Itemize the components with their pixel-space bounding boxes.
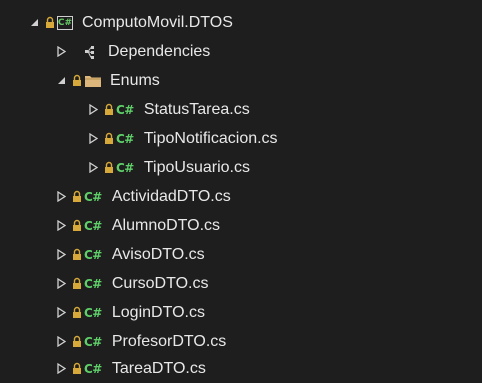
expanded-arrow-icon[interactable] xyxy=(27,16,41,30)
csharp-file-icon: C# xyxy=(116,160,134,175)
lock-icon xyxy=(45,16,55,29)
csharp-file-icon: C# xyxy=(84,334,102,349)
file-label: StatusTarea.cs xyxy=(143,100,250,118)
csharp-file-icon: C# xyxy=(84,218,102,233)
tree-node-file[interactable]: C# LoginDTO.cs xyxy=(0,298,482,327)
lock-icon xyxy=(72,248,82,261)
lock-icon xyxy=(104,161,114,174)
file-label: LoginDTO.cs xyxy=(111,303,205,321)
tree-node-file[interactable]: C# ProfesorDTO.cs xyxy=(0,327,482,356)
folder-icon xyxy=(84,74,102,88)
expanded-arrow-icon[interactable] xyxy=(54,74,68,88)
csharp-file-icon: C# xyxy=(84,305,102,320)
lock-icon xyxy=(72,335,82,348)
csharp-file-icon: C# xyxy=(116,131,134,146)
lock-icon xyxy=(72,277,82,290)
lock-icon xyxy=(72,306,82,319)
collapsed-arrow-icon[interactable] xyxy=(54,362,68,376)
csharp-file-icon: C# xyxy=(84,361,102,376)
tree-node-project[interactable]: C# ComputoMovil.DTOS xyxy=(0,8,482,37)
collapsed-arrow-icon[interactable] xyxy=(86,103,100,117)
file-label: ProfesorDTO.cs xyxy=(111,332,227,350)
lock-icon xyxy=(104,103,114,116)
csharp-file-icon: C# xyxy=(116,102,134,117)
tree-node-file[interactable]: C# ActividadDTO.cs xyxy=(0,182,482,211)
file-label: TipoNotificacion.cs xyxy=(143,129,278,147)
collapsed-arrow-icon[interactable] xyxy=(54,219,68,233)
collapsed-arrow-icon[interactable] xyxy=(54,248,68,262)
tree-node-file[interactable]: C# CursoDTO.cs xyxy=(0,269,482,298)
enums-folder-label: Enums xyxy=(110,71,160,89)
file-label: CursoDTO.cs xyxy=(111,274,209,292)
file-label: TipoUsuario.cs xyxy=(143,158,250,176)
project-label: ComputoMovil.DTOS xyxy=(82,13,233,31)
collapsed-arrow-icon[interactable] xyxy=(86,161,100,175)
tree-node-enums-folder[interactable]: Enums xyxy=(0,66,482,95)
collapsed-arrow-icon[interactable] xyxy=(54,45,68,59)
csharp-file-icon: C# xyxy=(84,189,102,204)
csharp-file-icon: C# xyxy=(84,276,102,291)
collapsed-arrow-icon[interactable] xyxy=(86,132,100,146)
collapsed-arrow-icon[interactable] xyxy=(54,190,68,204)
tree-node-file[interactable]: C# TipoUsuario.cs xyxy=(0,153,482,182)
file-label: AvisoDTO.cs xyxy=(111,245,205,263)
tree-node-file[interactable]: C# AvisoDTO.cs xyxy=(0,240,482,269)
lock-icon xyxy=(104,132,114,145)
lock-icon xyxy=(72,362,82,375)
solution-explorer-tree: C# ComputoMovil.DTOS Dependencies Enums … xyxy=(0,0,482,383)
tree-node-file[interactable]: C# TipoNotificacion.cs xyxy=(0,124,482,153)
csharp-file-icon: C# xyxy=(84,247,102,262)
collapsed-arrow-icon[interactable] xyxy=(54,306,68,320)
lock-icon xyxy=(72,74,82,87)
file-label: TareaDTO.cs xyxy=(111,359,206,377)
tree-node-file[interactable]: C# StatusTarea.cs xyxy=(0,95,482,124)
dependencies-label: Dependencies xyxy=(108,42,211,60)
file-label: AlumnoDTO.cs xyxy=(111,216,221,234)
collapsed-arrow-icon[interactable] xyxy=(54,335,68,349)
tree-node-file[interactable]: C# AlumnoDTO.cs xyxy=(0,211,482,240)
csharp-project-icon: C# xyxy=(57,15,73,30)
lock-icon xyxy=(72,219,82,232)
tree-node-dependencies[interactable]: Dependencies xyxy=(0,37,482,66)
lock-icon xyxy=(72,190,82,203)
file-label: ActividadDTO.cs xyxy=(111,187,231,205)
collapsed-arrow-icon[interactable] xyxy=(54,277,68,291)
tree-node-file[interactable]: C# TareaDTO.cs xyxy=(0,354,482,383)
dependencies-icon xyxy=(84,45,98,59)
